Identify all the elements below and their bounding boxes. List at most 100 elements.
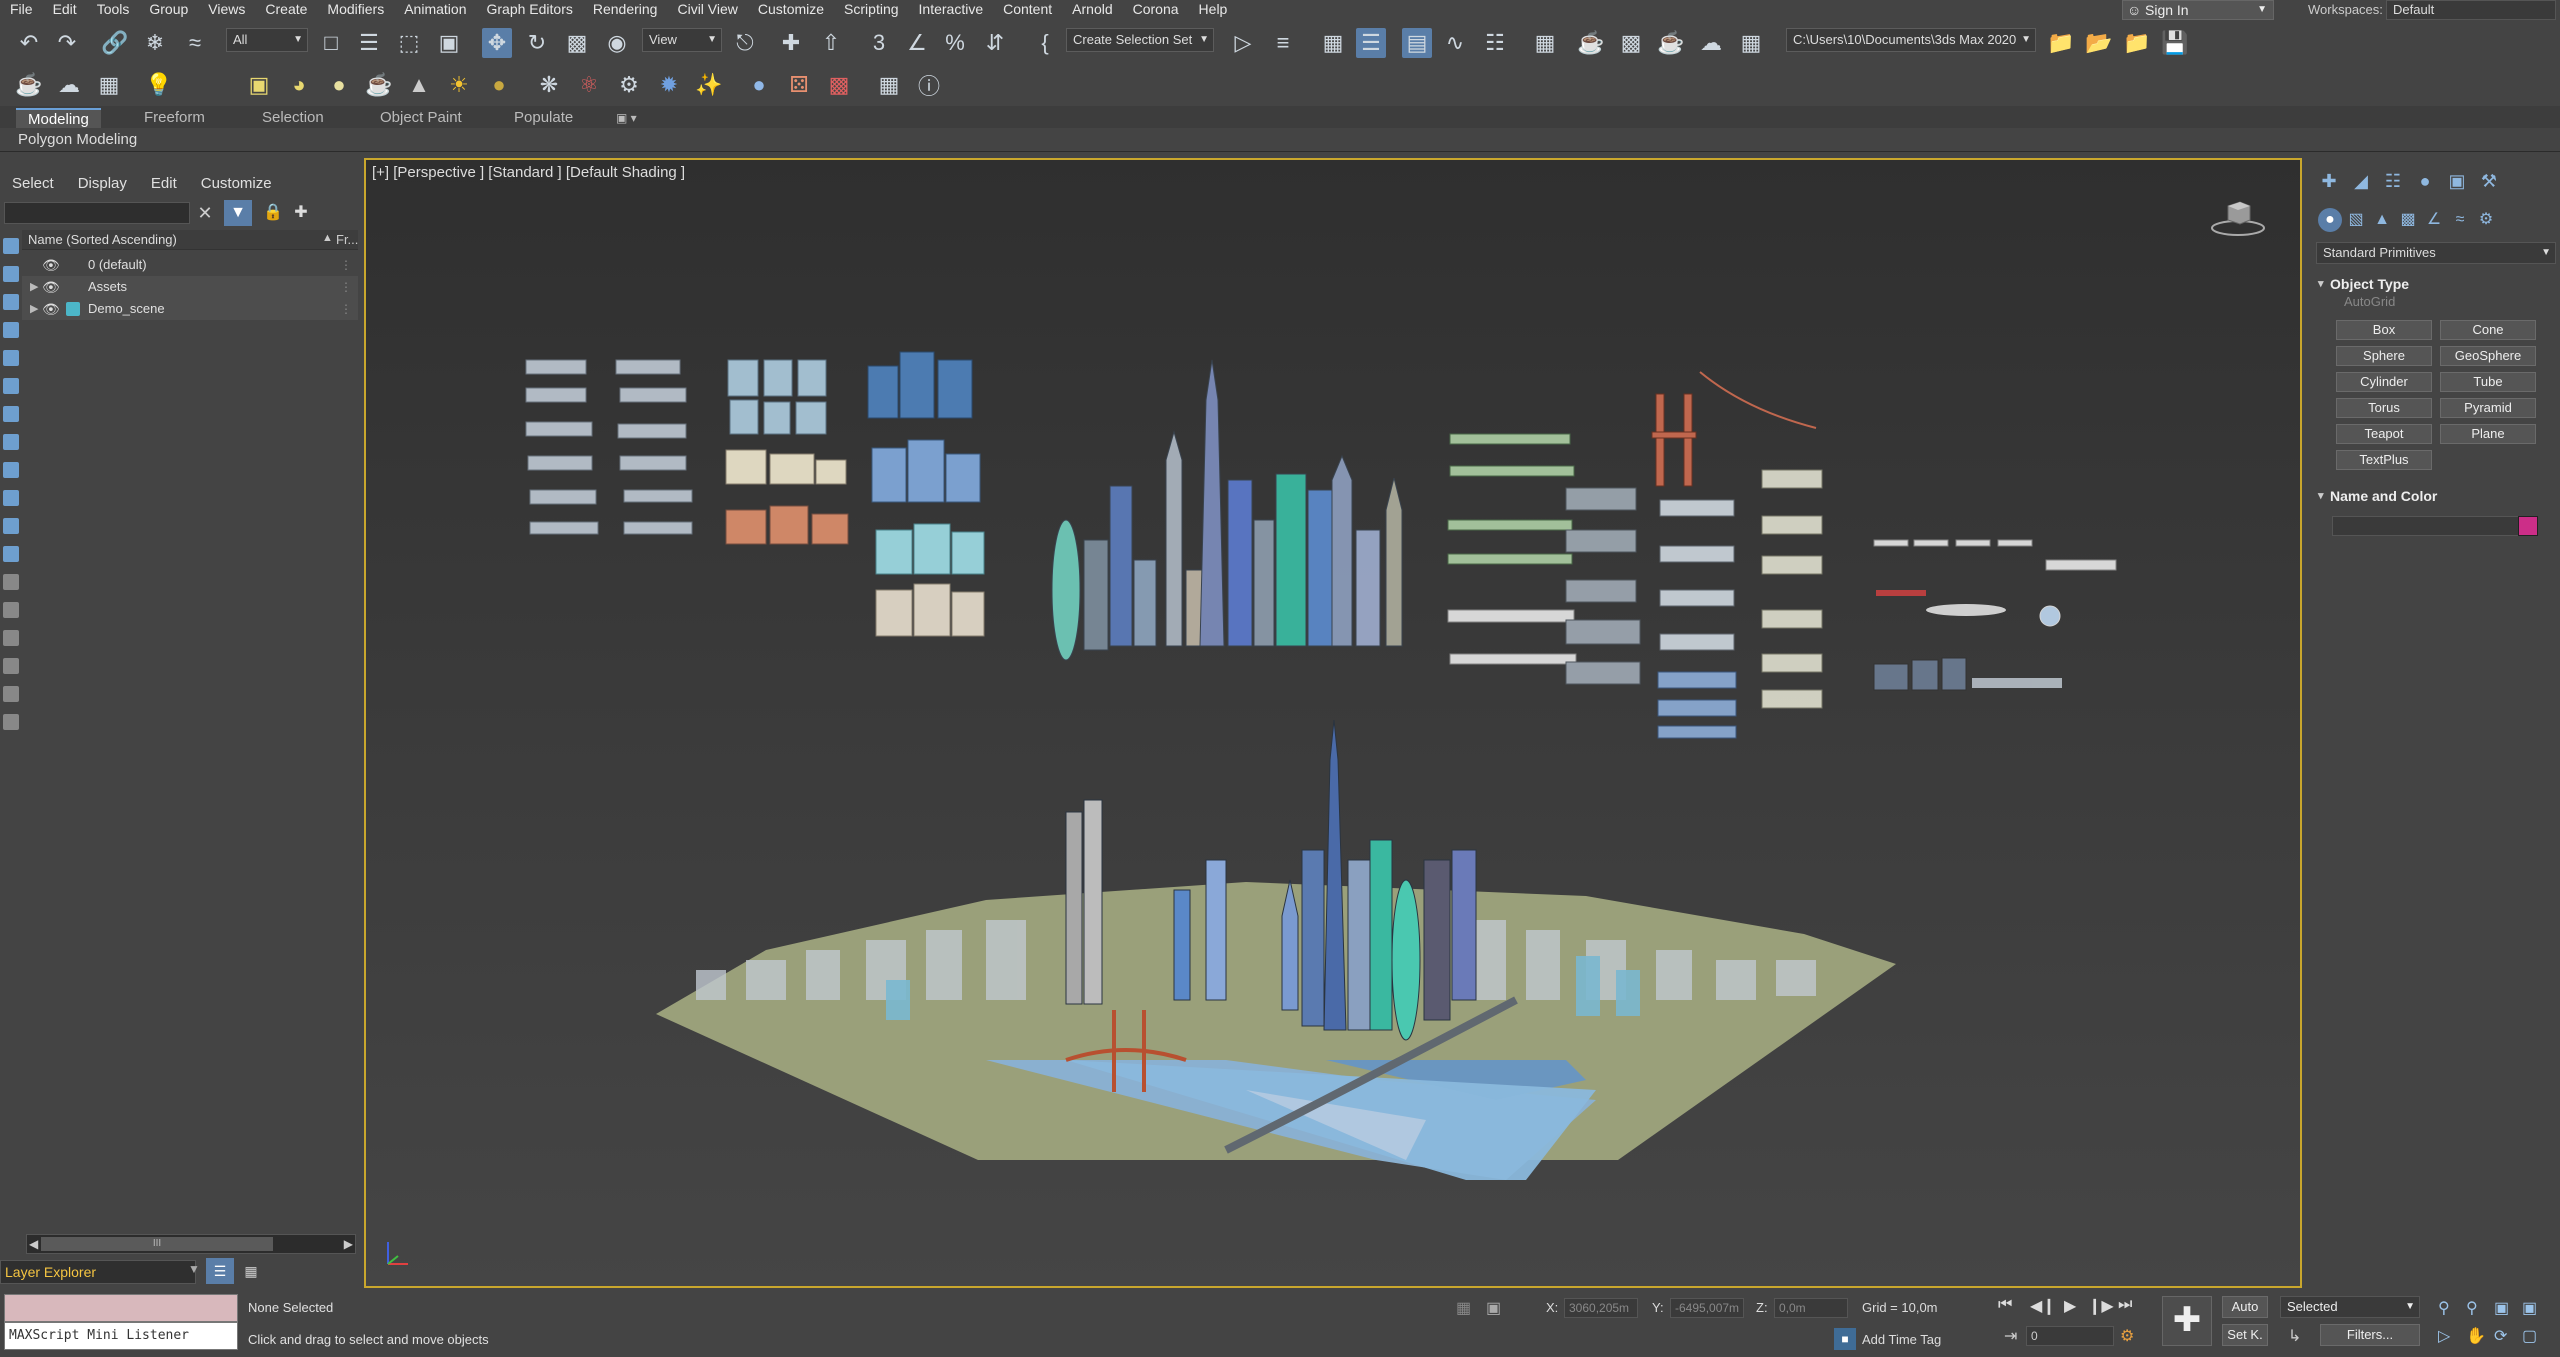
scatter-icon[interactable]: ❋ (534, 70, 564, 100)
menu-group[interactable]: Group (139, 0, 198, 18)
teapot-button[interactable]: Teapot (2336, 424, 2432, 444)
chevron-down-icon[interactable]: ▼ (188, 1262, 200, 1276)
set-key-button[interactable]: Set K. (2222, 1324, 2268, 1346)
zoom-all-icon[interactable]: ⚲ (2466, 1298, 2478, 1318)
menu-edit[interactable]: Edit (43, 0, 87, 18)
modify-tab-icon[interactable]: ◢ (2348, 168, 2374, 194)
menu-file[interactable]: File (0, 0, 43, 18)
set-key-icon[interactable]: ✚ (2162, 1296, 2212, 1346)
filters-button[interactable]: Filters... (2320, 1324, 2420, 1346)
textplus-button[interactable]: TextPlus (2336, 450, 2432, 470)
material-editor-icon[interactable]: ▦ (1530, 28, 1560, 58)
primitive-type-select[interactable]: Standard Primitives ▼ (2316, 242, 2556, 264)
select-object-icon[interactable]: □ (316, 28, 346, 58)
link-icon[interactable]: 🔗 (100, 28, 130, 58)
cone-button[interactable]: Cone (2440, 320, 2536, 340)
select-by-name-icon[interactable]: ☰ (354, 28, 384, 58)
key-filter-select[interactable]: Selected ▼ (2280, 1296, 2420, 1318)
toggle-ribbon-icon[interactable]: ▤ (1402, 28, 1432, 58)
object-name-field[interactable] (2332, 516, 2520, 536)
maxscript-mini-listener[interactable]: MAXScript Mini Listener (4, 1322, 238, 1350)
display-none-icon[interactable] (3, 602, 19, 618)
torus-button[interactable]: Torus (2336, 398, 2432, 418)
select-move-icon[interactable]: ✥ (482, 28, 512, 58)
maxscript-output[interactable] (4, 1294, 238, 1322)
hierarchy-tab-icon[interactable]: ☷ (2380, 168, 2406, 194)
tree-row[interactable]: ▶ 👁 Demo_scene ⋮ (22, 298, 358, 320)
create-project-icon[interactable]: 📁 (2122, 28, 2152, 58)
tree-row[interactable]: ▶ 👁 Assets ⋮ (22, 276, 358, 298)
explorer-menu-customize[interactable]: Customize (189, 172, 284, 196)
utilities-tab-icon[interactable]: ⚒ (2476, 168, 2502, 194)
name-and-color-rollout[interactable]: Name and Color (2316, 484, 2556, 508)
explorer-menu-display[interactable]: Display (66, 172, 139, 196)
lock-icon[interactable]: 🔒 (262, 202, 284, 224)
grass-icon[interactable]: ✨ (694, 70, 724, 100)
helper-filter-icon[interactable] (3, 350, 19, 366)
rendered-frame-window-icon[interactable]: ▩ (1616, 28, 1646, 58)
funnel-icon[interactable] (3, 686, 19, 702)
menu-customize[interactable]: Customize (748, 0, 834, 18)
object-color-swatch[interactable] (2518, 516, 2538, 536)
select-scale-icon[interactable]: ▩ (562, 28, 592, 58)
next-frame-icon[interactable]: ❙▶ (2088, 1296, 2114, 1316)
teapot-material-icon[interactable]: ☕ (364, 70, 394, 100)
eye-icon[interactable]: 👁 (42, 276, 60, 298)
freeze-toggle[interactable]: ⋮ (340, 254, 352, 276)
tab-freeform[interactable]: Freeform (132, 108, 217, 128)
current-frame-field[interactable]: 0 (2026, 1326, 2114, 1346)
display-all-icon[interactable] (3, 574, 19, 590)
layer-explorer-select[interactable]: Layer Explorer (0, 1260, 196, 1284)
scroll-right-icon[interactable]: ▶ (344, 1235, 353, 1253)
column-frozen-header[interactable]: Fr... (336, 232, 358, 247)
menu-civil-view[interactable]: Civil View (667, 0, 747, 18)
freeze-toggle[interactable]: ⋮ (340, 276, 352, 298)
project-folder-icon[interactable]: 📁 (2046, 28, 2076, 58)
open-project-icon[interactable]: 📂 (2084, 28, 2114, 58)
camera-filter-icon[interactable] (3, 322, 19, 338)
pan-icon[interactable]: ✋ (2466, 1326, 2486, 1346)
zoom-extents-icon[interactable]: ▣ (2494, 1298, 2509, 1318)
expand-arrow-icon[interactable]: ▶ (30, 298, 38, 320)
selection-lock-icon[interactable]: ▣ (1486, 1298, 1501, 1318)
toggle-layer-explorer-icon[interactable]: ☰ (1356, 28, 1386, 58)
lights-subtab-icon[interactable]: ▲ (2370, 208, 2394, 232)
ribbon-options-icon[interactable]: ▣ ▾ (604, 108, 649, 128)
menu-interactive[interactable]: Interactive (909, 0, 994, 18)
plane-button[interactable]: Plane (2440, 424, 2536, 444)
layer-explorer-toggle-icon[interactable]: ☰ (206, 1258, 234, 1284)
select-rotate-icon[interactable]: ↻ (522, 28, 552, 58)
percent-snap-icon[interactable]: % (940, 28, 970, 58)
teapot-icon[interactable]: ☕ (14, 70, 44, 100)
menu-animation[interactable]: Animation (394, 0, 476, 18)
unlink-icon[interactable]: ❄ (140, 28, 170, 58)
menu-views[interactable]: Views (198, 0, 255, 18)
spacewarps-subtab-icon[interactable]: ≈ (2448, 208, 2472, 232)
scene-explorer-toggle-icon[interactable]: ▦ (238, 1258, 264, 1284)
redo-icon[interactable]: ↷ (52, 28, 82, 58)
key-filters-icon[interactable]: ↳ (2288, 1326, 2301, 1346)
y-coordinate-field[interactable]: -6495,007m (1670, 1298, 1744, 1318)
geometry-filter-icon[interactable] (3, 238, 19, 254)
eye-icon[interactable]: 👁 (42, 254, 60, 276)
previous-frame-icon[interactable]: ◀❙ (2030, 1296, 2056, 1316)
tab-object-paint[interactable]: Object Paint (368, 108, 474, 128)
help-icon[interactable]: ⓘ (914, 70, 944, 100)
z-coordinate-field[interactable]: 0,0m (1774, 1298, 1848, 1318)
key-mode-icon[interactable]: ⇥ (2004, 1326, 2017, 1346)
tab-populate[interactable]: Populate (502, 108, 585, 128)
tab-selection[interactable]: Selection (250, 108, 336, 128)
angle-snap-icon[interactable]: ∠ (902, 28, 932, 58)
helpers-subtab-icon[interactable]: ∠ (2422, 208, 2446, 232)
sphere-icon[interactable]: ● (324, 70, 354, 100)
tab-modeling[interactable]: Modeling (16, 108, 101, 128)
display-invert-icon[interactable] (3, 630, 19, 646)
explorer-menu-edit[interactable]: Edit (139, 172, 189, 196)
freeze-toggle[interactable]: ⋮ (340, 298, 352, 320)
go-to-end-icon[interactable]: ⏭ (2118, 1296, 2132, 1314)
geosphere-button[interactable]: GeoSphere (2440, 346, 2536, 366)
object-type-rollout[interactable]: Object Type (2316, 272, 2556, 296)
sync-icon[interactable] (3, 714, 19, 730)
spacewarp-filter-icon[interactable] (3, 378, 19, 394)
selection-set-select[interactable]: Create Selection Set ▼ (1066, 28, 1214, 52)
